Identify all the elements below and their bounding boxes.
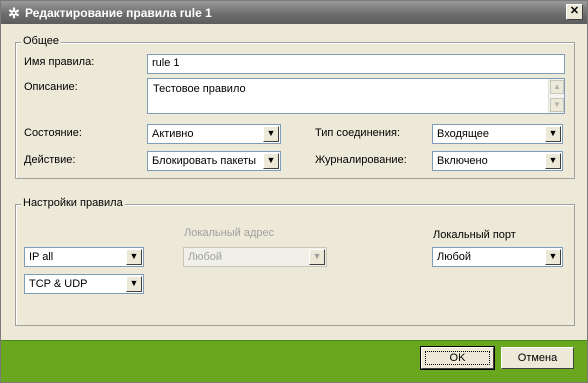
transport-value: TCP & UDP — [29, 278, 88, 290]
action-value: Блокировать пакеты — [152, 155, 257, 167]
logging-label: Журналирование: — [315, 154, 407, 166]
local-port-label: Локальный порт — [433, 229, 516, 241]
local-address-value: Любой — [188, 251, 223, 263]
local-address-label: Локальный адрес — [184, 227, 275, 239]
chevron-down-icon[interactable]: ▼ — [545, 249, 561, 265]
chevron-down-icon[interactable]: ▼ — [263, 126, 279, 142]
chevron-down-icon[interactable]: ▼ — [309, 249, 325, 265]
description-label: Описание: — [24, 81, 78, 93]
chevron-down-icon[interactable]: ▼ — [126, 276, 142, 292]
logging-select[interactable]: Включено ▼ — [432, 151, 563, 171]
close-button[interactable]: ✕ — [566, 4, 583, 20]
general-group-legend: Общее — [21, 35, 62, 47]
protocol-value: IP all — [29, 251, 54, 263]
local-port-value: Любой — [437, 251, 472, 263]
chevron-down-icon[interactable]: ▼ — [545, 153, 561, 169]
cancel-button[interactable]: Отмена — [501, 347, 574, 369]
close-icon: ✕ — [569, 5, 580, 17]
rule-name-input[interactable]: rule 1 — [147, 54, 565, 74]
action-select[interactable]: Блокировать пакеты ▼ — [147, 151, 281, 171]
rule-name-label: Имя правила: — [24, 56, 95, 68]
local-address-select[interactable]: Любой ▼ — [183, 247, 327, 267]
ok-button[interactable]: OK — [420, 346, 495, 370]
dialog-window: ✲ Редактирование правила rule 1 ✕ Общее … — [0, 0, 588, 383]
description-textarea[interactable]: Тестовое правило ▲ ▼ — [147, 78, 565, 114]
scroll-down-icon[interactable]: ▼ — [550, 98, 564, 112]
protocol-select[interactable]: IP all ▼ — [24, 247, 144, 267]
chevron-down-icon[interactable]: ▼ — [545, 126, 561, 142]
button-bar: OK Отмена — [1, 340, 587, 382]
transport-select[interactable]: TCP & UDP ▼ — [24, 274, 144, 294]
title-bar[interactable]: ✲ Редактирование правила rule 1 ✕ — [1, 1, 587, 24]
app-icon: ✲ — [8, 5, 20, 21]
action-label: Действие: — [24, 154, 76, 166]
state-label: Состояние: — [24, 127, 82, 139]
connection-type-label: Тип соединения: — [315, 127, 400, 139]
rule-name-value: rule 1 — [152, 57, 180, 69]
connection-type-select[interactable]: Входящее ▼ — [432, 124, 563, 144]
state-select[interactable]: Активно ▼ — [147, 124, 281, 144]
description-scrollbar[interactable]: ▲ ▼ — [548, 79, 564, 113]
scroll-up-icon[interactable]: ▲ — [550, 80, 564, 94]
cancel-button-label: Отмена — [517, 352, 558, 364]
local-port-select[interactable]: Любой ▼ — [432, 247, 563, 267]
state-value: Активно — [152, 128, 194, 140]
rule-settings-group-legend: Настройки правила — [21, 197, 125, 209]
chevron-down-icon[interactable]: ▼ — [263, 153, 279, 169]
chevron-down-icon[interactable]: ▼ — [126, 249, 142, 265]
description-value: Тестовое правило — [153, 83, 246, 95]
focus-indicator — [425, 351, 490, 365]
window-title: Редактирование правила rule 1 — [25, 6, 212, 20]
logging-value: Включено — [437, 155, 488, 167]
connection-type-value: Входящее — [437, 128, 490, 140]
